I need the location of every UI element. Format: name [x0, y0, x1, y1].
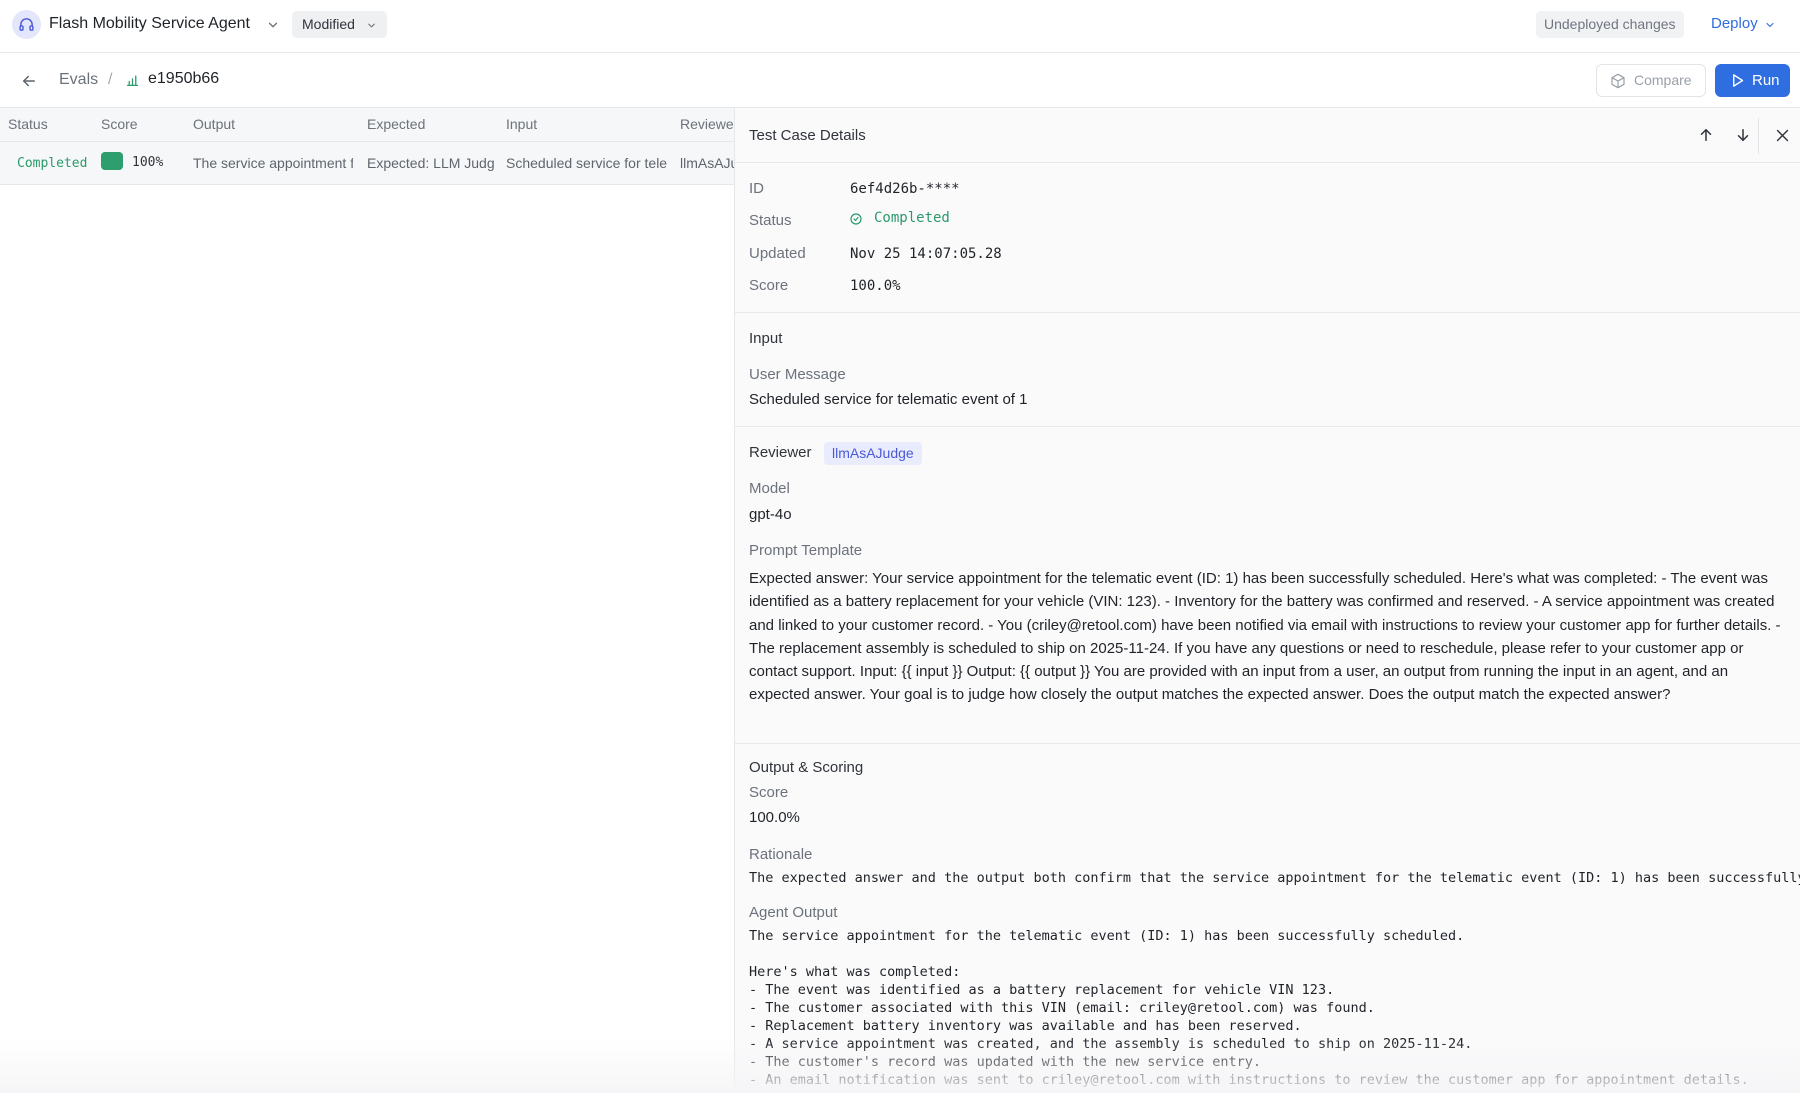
row-output: The service appointment for the telemati… [193, 155, 353, 171]
run-button[interactable]: Run [1715, 64, 1790, 97]
input-section-title: Input [749, 330, 783, 347]
breadcrumb-run-id: e1950b66 [148, 70, 220, 87]
updated-label: Updated [749, 245, 806, 262]
compare-button[interactable]: Compare [1596, 64, 1706, 97]
undeployed-changes-badge[interactable]: Undeployed changes [1536, 11, 1684, 38]
status-label: Status [749, 212, 792, 229]
output-score-value: 100.0% [749, 809, 800, 826]
row-reviewer: llmAsAJudge [680, 155, 734, 171]
status-value: Completed [874, 210, 950, 226]
agent-output-line: Here's what was completed: [749, 964, 961, 980]
header-divider [1758, 118, 1759, 154]
play-icon [1733, 74, 1744, 87]
score-label: Score [749, 277, 789, 294]
app-title[interactable]: Flash Mobility Service Agent [49, 15, 250, 33]
output-score-label: Score [749, 784, 789, 801]
compare-label: Compare [1634, 72, 1692, 88]
deploy-button[interactable]: Deploy [1711, 15, 1758, 32]
model-value: gpt-4o [749, 506, 792, 523]
rationale-label: Rationale [749, 846, 813, 863]
agent-output-line: - The customer's record was updated with… [749, 1054, 1262, 1070]
reviewer-badge: llmAsAJudge [824, 442, 922, 465]
section-divider [735, 426, 1800, 427]
column-header-expected[interactable]: Expected [367, 116, 425, 132]
output-section-title: Output & Scoring [749, 759, 864, 776]
id-value: 6ef4d26b-**** [850, 181, 960, 197]
prompt-template-text: Expected answer: Your service appointmen… [749, 570, 1781, 704]
agent-output-line: - A service appointment was created, and… [749, 1036, 1473, 1052]
table-row[interactable]: Completed 100% The service appointment f… [0, 142, 734, 185]
panel-title: Test Case Details [749, 127, 866, 144]
prompt-template-label: Prompt Template [749, 542, 863, 559]
chevron-down-icon [368, 23, 375, 28]
section-divider [735, 312, 1800, 313]
cube-icon [1611, 73, 1625, 89]
column-header-reviewer[interactable]: Reviewer [680, 116, 734, 132]
headset-icon[interactable] [12, 10, 41, 39]
breadcrumb-bar: Evals / e1950b66 Compare Run [0, 54, 1800, 108]
updated-value: Nov 25 14:07:05.28 [850, 246, 1002, 262]
back-arrow-icon[interactable] [20, 72, 38, 90]
user-message-label: User Message [749, 366, 846, 383]
agent-output-line: - Replacement battery inventory was avai… [749, 1018, 1302, 1034]
row-status: Completed [17, 156, 87, 171]
user-message-value: Scheduled service for telematic event of… [749, 391, 1028, 408]
id-label: ID [749, 180, 764, 197]
breadcrumb-separator: / [108, 71, 113, 88]
bar-chart-icon [126, 75, 139, 87]
score-value: 100.0% [850, 278, 901, 294]
row-score: 100% [132, 155, 164, 170]
row-expected: Expected: LLM Judge [367, 155, 494, 171]
column-header-output[interactable]: Output [193, 116, 235, 132]
row-input: Scheduled service for telematic event of… [506, 155, 668, 171]
agent-output-line: - An email notification was sent to cril… [749, 1072, 1749, 1088]
score-indicator [101, 152, 123, 170]
chevron-down-icon[interactable] [266, 18, 280, 32]
breadcrumb-evals[interactable]: Evals [59, 71, 98, 89]
agent-output-line: - The customer associated with this VIN … [749, 1000, 1375, 1016]
arrow-up-icon[interactable] [1697, 126, 1715, 144]
agent-output-label: Agent Output [749, 904, 838, 921]
agent-output-line: - The event was identified as a battery … [749, 982, 1335, 998]
run-label: Run [1752, 72, 1780, 89]
reviewer-section-title: Reviewer [749, 444, 812, 461]
modified-dropdown[interactable]: Modified [292, 11, 387, 38]
top-bar: Flash Mobility Service Agent Modified Un… [0, 0, 1800, 53]
column-header-input[interactable]: Input [506, 116, 537, 132]
table-header: Status Score Output Expected Input Revie… [0, 108, 734, 142]
column-header-score[interactable]: Score [101, 116, 138, 132]
chevron-down-icon[interactable] [1764, 19, 1776, 31]
modified-label: Modified [302, 16, 355, 32]
test-case-details-panel: Test Case Details ID 6ef4d26b-**** Statu… [734, 108, 1800, 1093]
eval-results-table: Status Score Output Expected Input Revie… [0, 108, 734, 1093]
model-label: Model [749, 480, 790, 497]
agent-output-line: The service appointment for the telemati… [749, 928, 1465, 944]
rationale-text: The expected answer and the output both … [749, 870, 1800, 886]
panel-header: Test Case Details [735, 108, 1800, 163]
arrow-down-icon[interactable] [1734, 126, 1752, 144]
close-icon[interactable] [1774, 127, 1791, 144]
section-divider [735, 743, 1800, 744]
column-header-status[interactable]: Status [8, 116, 48, 132]
check-circle-icon [850, 213, 862, 225]
